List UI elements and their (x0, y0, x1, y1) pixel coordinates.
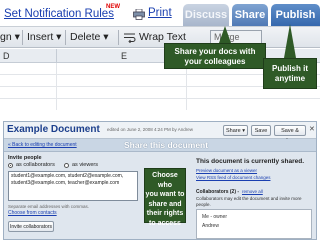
print-label: Print (148, 7, 172, 19)
wrap-text-button[interactable]: Wrap Text (139, 31, 186, 43)
save-and-close-button[interactable]: Save & close (274, 125, 306, 144)
insert-menu[interactable]: Insert ▾ (27, 31, 61, 43)
as-viewers-label: as viewers (72, 162, 98, 168)
share-dropdown-button[interactable]: Share ▾ (223, 125, 248, 136)
top-header-row: Set Notification Rules NEW Print Discuss… (0, 2, 320, 26)
shared-status-title: This document is currently shared. (196, 158, 304, 165)
publish-callout-arrow (284, 24, 296, 58)
collaborator-item[interactable]: Andrew (202, 223, 219, 229)
rss-feed-link[interactable]: View RSS feed of document changes (196, 175, 270, 180)
screenshot-root: Set Notification Rules NEW Print Discuss… (0, 0, 320, 240)
document-header: Example Document edited on June 2, 2008 … (4, 122, 316, 144)
printer-icon (133, 9, 145, 20)
as-collaborators-radio[interactable] (8, 163, 13, 168)
grid-column-line (186, 63, 187, 110)
set-notification-rules-link[interactable]: Set Notification Rules (4, 8, 114, 20)
tab-discuss[interactable]: Discuss (183, 4, 229, 26)
back-to-editing-link[interactable]: « Back to editing the document (8, 142, 77, 148)
column-header[interactable]: E (121, 49, 127, 63)
preview-as-viewer-link[interactable]: Preview document as a viewer (196, 168, 257, 173)
close-icon[interactable]: ✕ (309, 125, 315, 133)
as-viewers-radio[interactable] (64, 163, 69, 168)
as-collaborators-label: as collaborators (16, 162, 55, 168)
sharing-status-section: This document is currently shared. Previ… (196, 158, 314, 239)
collaborators-count-label: Collaborators (2) - (196, 189, 240, 195)
toolbar-divider (118, 30, 119, 45)
spreadsheet-toolbar-panel: Set Notification Rules NEW Print Discuss… (0, 0, 320, 110)
formatting-toolbar: gn ▾ Insert ▾ Delete ▾ Wrap Text Merge a… (0, 26, 320, 52)
invite-people-label: Invite people (8, 155, 42, 161)
new-badge: NEW (106, 4, 120, 10)
align-menu[interactable]: gn ▾ (0, 31, 20, 43)
delete-menu[interactable]: Delete ▾ (70, 31, 109, 43)
tab-publish[interactable]: Publish (271, 4, 320, 26)
invite-collaborators-button[interactable]: Invite collaborators (8, 221, 54, 232)
wrap-text-icon (124, 33, 136, 43)
invite-emails-input[interactable]: student1@example.com, student2@example.c… (8, 171, 138, 201)
grid-row-line (0, 98, 320, 99)
publish-callout: Publish it anytime (263, 58, 317, 89)
share-dialog-title: Share this document (124, 140, 209, 150)
share-callout-arrow (219, 26, 231, 43)
invite-people-section: Invite people as collaborators as viewer… (8, 155, 162, 239)
save-button[interactable]: Save (251, 125, 271, 136)
toolbar-divider (65, 30, 66, 45)
print-button[interactable]: Print (133, 7, 175, 22)
column-divider (56, 49, 57, 63)
toolbar-divider (22, 30, 23, 45)
collaborators-list: Me - owner Andrew (196, 209, 312, 239)
grid-column-line (56, 63, 57, 110)
remove-all-link[interactable]: remove all (242, 189, 263, 194)
choose-from-contacts-link[interactable]: Choose from contacts (8, 210, 57, 216)
edited-timestamp: edited on June 2, 2008 4:24 PM by Andrew (107, 127, 194, 132)
document-title: Example Document (7, 124, 100, 135)
collaborators-note: Collaborators may edit the document and … (196, 196, 302, 207)
tab-share[interactable]: Share (232, 4, 268, 26)
share-callout: Share your docs with your colleagues (164, 43, 266, 69)
choose-access-callout: Choose who you want to share and their r… (144, 168, 186, 227)
separate-emails-hint: Separate email addresses with commas. (8, 204, 90, 209)
column-header[interactable]: D (3, 49, 10, 63)
collaborator-item[interactable]: Me - owner (202, 214, 227, 220)
share-title-bar: « Back to editing the document Share thi… (4, 139, 316, 152)
